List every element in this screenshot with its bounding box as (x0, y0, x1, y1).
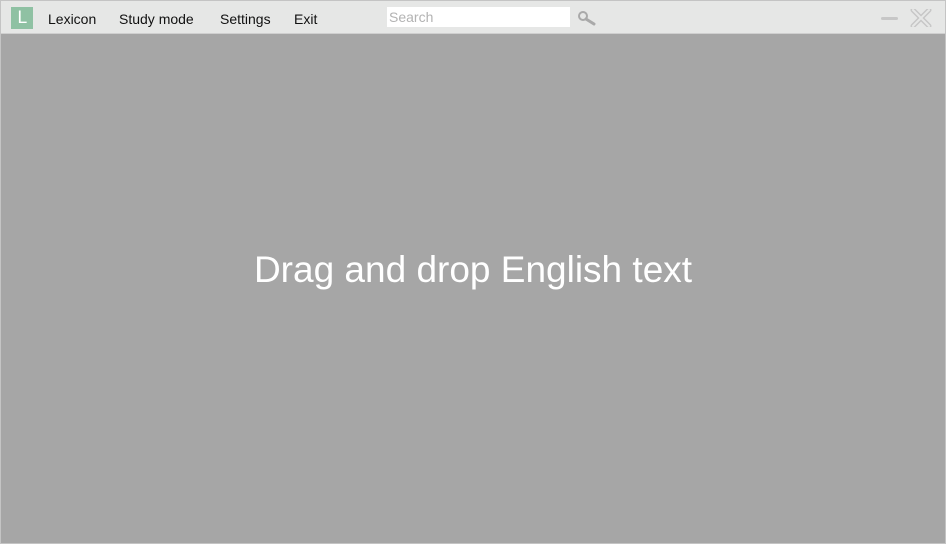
minimize-icon[interactable] (879, 9, 901, 27)
search-icon[interactable] (577, 10, 597, 26)
menu-item-study-mode[interactable]: Study mode (119, 9, 194, 29)
app-logo-icon: L (11, 7, 33, 29)
menu-item-exit[interactable]: Exit (294, 9, 317, 29)
app-logo-letter: L (17, 8, 27, 28)
close-icon[interactable] (910, 7, 932, 29)
search-input[interactable] (387, 7, 570, 27)
app-window: L Lexicon Study mode Settings Exit Searc… (0, 0, 946, 544)
menu-item-lexicon[interactable]: Lexicon (48, 9, 96, 29)
drop-zone[interactable]: Drag and drop English text (1, 34, 945, 543)
menu-item-settings[interactable]: Settings (220, 9, 271, 29)
drop-hint-text: Drag and drop English text (253, 249, 693, 290)
title-bar[interactable]: L Lexicon Study mode Settings Exit (1, 1, 945, 34)
